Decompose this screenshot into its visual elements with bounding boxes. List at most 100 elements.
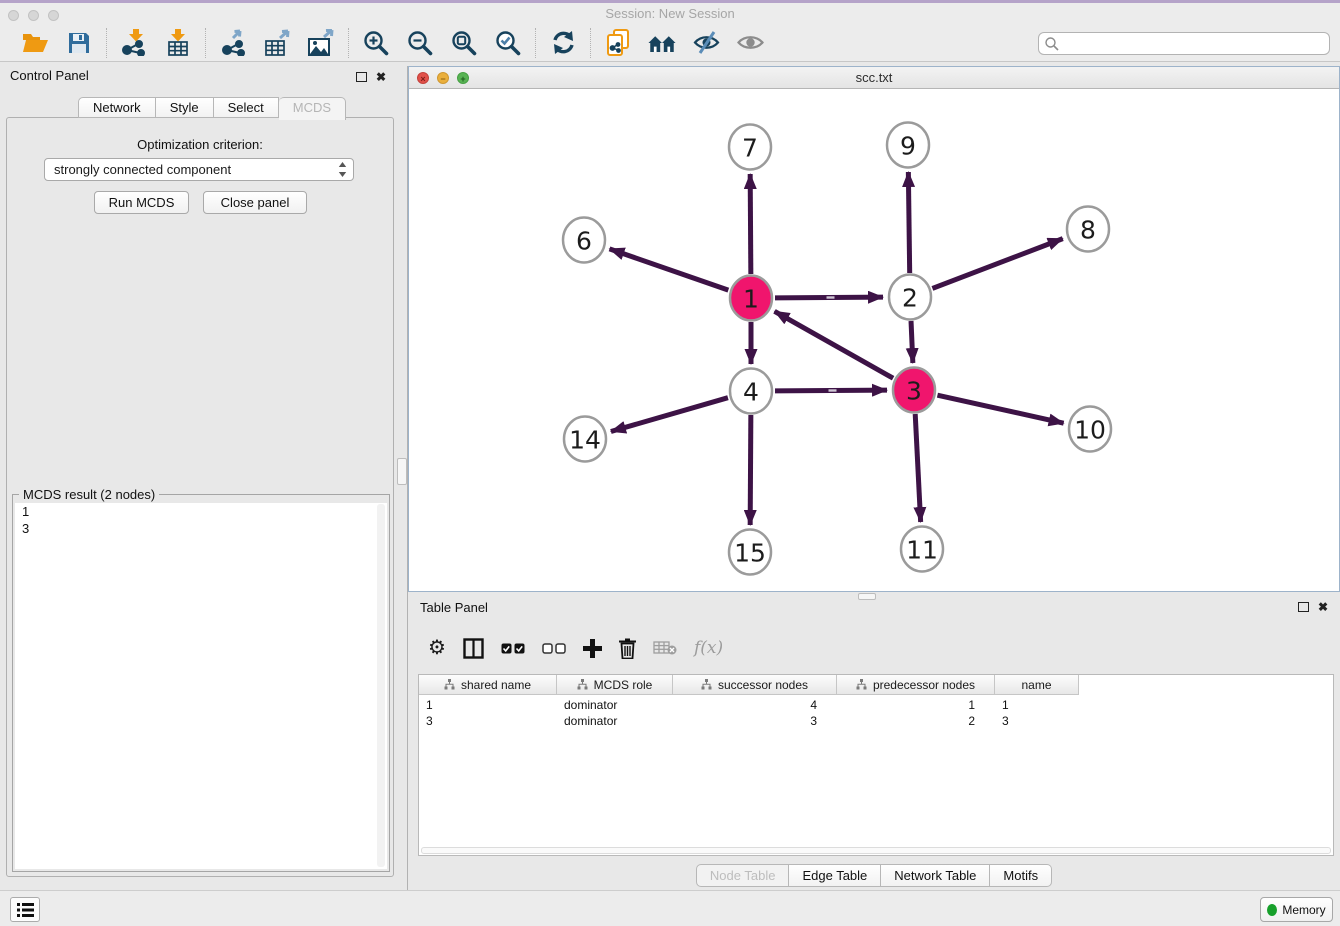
table-header-row: shared nameMCDS rolesuccessor nodesprede…: [419, 675, 1079, 695]
select-all-icon[interactable]: [501, 635, 525, 661]
zoom-out-icon[interactable]: [406, 29, 434, 57]
tab-node-table[interactable]: Node Table: [696, 864, 790, 887]
control-panel-close-icon[interactable]: ✖: [376, 72, 386, 82]
criterion-dropdown[interactable]: strongly connected component: [44, 158, 354, 181]
table-horizontal-scrollbar[interactable]: [421, 847, 1331, 854]
task-history-button[interactable]: [10, 897, 40, 922]
tab-mcds[interactable]: MCDS: [279, 97, 346, 120]
table-cell[interactable]: 1: [419, 697, 557, 713]
import-table-icon[interactable]: [164, 29, 192, 57]
status-bar: [0, 890, 1340, 926]
graph-node-label-4: 4: [743, 378, 759, 407]
graph-edge-1-6[interactable]: [610, 249, 729, 290]
zoom-selected-icon[interactable]: [494, 29, 522, 57]
table-panel-close-icon[interactable]: ✖: [1318, 602, 1328, 612]
search-icon: [1044, 36, 1060, 52]
result-line: 1: [15, 503, 387, 520]
result-line: 3: [15, 520, 387, 537]
edge-label-tick: [829, 389, 837, 391]
column-header-name[interactable]: name: [995, 675, 1079, 695]
tab-edge-table[interactable]: Edge Table: [789, 864, 881, 887]
deselect-all-icon[interactable]: [542, 635, 566, 661]
table-toolbar: ⚙ f(x): [418, 630, 1334, 666]
graph-edge-2-9[interactable]: [908, 172, 909, 273]
optimization-criterion-label: Optimization criterion:: [6, 137, 394, 152]
table-options-icon[interactable]: ⚙: [428, 635, 446, 661]
table-cell[interactable]: dominator: [557, 697, 673, 713]
memory-button[interactable]: Memory: [1260, 897, 1333, 922]
import-network-icon[interactable]: [120, 29, 148, 57]
node-table: shared nameMCDS rolesuccessor nodesprede…: [418, 674, 1334, 856]
control-panel-float-icon[interactable]: [356, 72, 367, 82]
network-minimize-icon[interactable]: −: [437, 72, 449, 84]
zoom-in-icon[interactable]: [362, 29, 390, 57]
table-row[interactable]: 1dominator411: [419, 697, 1079, 713]
tab-motifs[interactable]: Motifs: [990, 864, 1052, 887]
result-scrollbar[interactable]: [377, 504, 385, 867]
graph-node-label-10: 10: [1074, 416, 1106, 445]
tab-network-table[interactable]: Network Table: [881, 864, 990, 887]
table-cell[interactable]: 4: [673, 697, 837, 713]
close-panel-button[interactable]: Close panel: [203, 191, 307, 214]
search-field[interactable]: [1038, 32, 1330, 55]
graph-edge-2-8[interactable]: [932, 239, 1062, 289]
graph-edge-3-11[interactable]: [915, 414, 920, 522]
column-header-shared-name[interactable]: shared name: [419, 675, 557, 695]
table-cell[interactable]: 3: [419, 713, 557, 729]
save-session-icon[interactable]: [65, 29, 93, 57]
export-network-icon[interactable]: [219, 29, 247, 57]
column-header-mcds-role[interactable]: MCDS role: [557, 675, 673, 695]
show-columns-icon[interactable]: [463, 635, 484, 661]
network-close-icon[interactable]: ×: [417, 72, 429, 84]
table-cell[interactable]: 2: [837, 713, 995, 729]
delete-columns-icon[interactable]: [619, 635, 636, 661]
run-mcds-button[interactable]: Run MCDS: [94, 191, 189, 214]
column-header-successor-nodes[interactable]: successor nodes: [673, 675, 837, 695]
create-column-icon[interactable]: [583, 635, 602, 661]
graph-node-label-15: 15: [734, 539, 766, 568]
export-image-icon[interactable]: [307, 29, 335, 57]
clone-network-icon[interactable]: [604, 29, 632, 57]
network-maximize-icon[interactable]: +: [457, 72, 469, 84]
hide-graphics-details-icon[interactable]: [692, 29, 720, 57]
open-file-icon[interactable]: [21, 29, 49, 57]
table-cell[interactable]: 1: [995, 697, 1079, 713]
network-canvas[interactable]: 7968124314101511: [409, 89, 1339, 592]
network-window-title: scc.txt: [409, 67, 1339, 89]
tab-select[interactable]: Select: [214, 97, 279, 118]
graph-node-label-7: 7: [742, 134, 758, 163]
tab-network[interactable]: Network: [78, 97, 156, 118]
graph-node-label-9: 9: [900, 132, 916, 161]
table-row[interactable]: 3dominator323: [419, 713, 1079, 729]
tab-style[interactable]: Style: [156, 97, 214, 118]
home-networks-icon[interactable]: [648, 29, 676, 57]
graph-node-label-14: 14: [569, 426, 601, 455]
network-window-titlebar[interactable]: × − + scc.txt: [409, 67, 1339, 89]
table-cell[interactable]: 3: [995, 713, 1079, 729]
table-panel-title: Table Panel: [420, 600, 488, 615]
delete-table-icon[interactable]: [653, 635, 677, 661]
export-table-icon[interactable]: [263, 29, 291, 57]
zoom-fit-icon[interactable]: [450, 29, 478, 57]
horizontal-splitter-grip[interactable]: [858, 593, 876, 600]
mcds-result-list[interactable]: 13: [15, 503, 387, 869]
memory-status-icon: [1267, 904, 1277, 916]
graph-edge-2-3[interactable]: [911, 321, 913, 363]
search-input[interactable]: [1060, 34, 1329, 53]
show-graphics-details-icon[interactable]: [736, 29, 764, 57]
graph-node-label-8: 8: [1080, 216, 1096, 245]
table-cell[interactable]: dominator: [557, 713, 673, 729]
graph-edge-4-14[interactable]: [611, 398, 728, 432]
function-builder-icon[interactable]: f(x): [694, 635, 723, 661]
table-cell[interactable]: 3: [673, 713, 837, 729]
graph-edge-4-15[interactable]: [750, 415, 751, 525]
table-cell[interactable]: 1: [837, 697, 995, 713]
graph-edge-3-1[interactable]: [775, 311, 894, 378]
vertical-splitter-grip[interactable]: [397, 458, 407, 485]
list-icon: [17, 903, 34, 917]
graph-edge-3-10[interactable]: [937, 395, 1063, 423]
refresh-view-icon[interactable]: [549, 29, 577, 57]
graph-edge-1-7[interactable]: [750, 174, 751, 274]
table-panel-float-icon[interactable]: [1298, 602, 1309, 612]
column-header-predecessor-nodes[interactable]: predecessor nodes: [837, 675, 995, 695]
